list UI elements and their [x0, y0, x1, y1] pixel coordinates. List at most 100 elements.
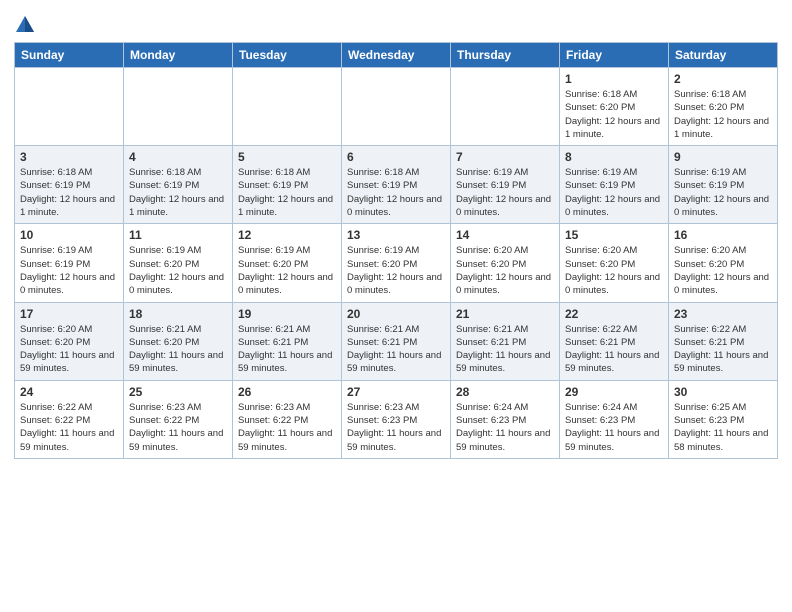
- day-info: Sunrise: 6:21 AM Sunset: 6:20 PM Dayligh…: [129, 323, 227, 376]
- calendar-body: 1 Sunrise: 6:18 AM Sunset: 6:20 PM Daylig…: [15, 68, 778, 459]
- page: SundayMondayTuesdayWednesdayThursdayFrid…: [0, 0, 792, 469]
- calendar-cell: 8 Sunrise: 6:19 AM Sunset: 6:19 PM Daylig…: [560, 146, 669, 224]
- calendar-cell: 10 Sunrise: 6:19 AM Sunset: 6:19 PM Dayli…: [15, 224, 124, 302]
- day-number: 5: [238, 150, 336, 164]
- day-number: 9: [674, 150, 772, 164]
- day-number: 17: [20, 307, 118, 321]
- calendar-cell: 4 Sunrise: 6:18 AM Sunset: 6:19 PM Daylig…: [124, 146, 233, 224]
- calendar-cell: 9 Sunrise: 6:19 AM Sunset: 6:19 PM Daylig…: [669, 146, 778, 224]
- day-info: Sunrise: 6:20 AM Sunset: 6:20 PM Dayligh…: [674, 244, 772, 297]
- day-info: Sunrise: 6:22 AM Sunset: 6:21 PM Dayligh…: [565, 323, 663, 376]
- calendar-cell: 13 Sunrise: 6:19 AM Sunset: 6:20 PM Dayli…: [342, 224, 451, 302]
- calendar-cell: 14 Sunrise: 6:20 AM Sunset: 6:20 PM Dayli…: [451, 224, 560, 302]
- day-number: 15: [565, 228, 663, 242]
- day-info: Sunrise: 6:23 AM Sunset: 6:22 PM Dayligh…: [238, 401, 336, 454]
- day-info: Sunrise: 6:22 AM Sunset: 6:22 PM Dayligh…: [20, 401, 118, 454]
- day-number: 21: [456, 307, 554, 321]
- day-number: 30: [674, 385, 772, 399]
- day-info: Sunrise: 6:18 AM Sunset: 6:19 PM Dayligh…: [20, 166, 118, 219]
- day-info: Sunrise: 6:18 AM Sunset: 6:19 PM Dayligh…: [129, 166, 227, 219]
- day-info: Sunrise: 6:21 AM Sunset: 6:21 PM Dayligh…: [238, 323, 336, 376]
- calendar-cell: 26 Sunrise: 6:23 AM Sunset: 6:22 PM Dayli…: [233, 380, 342, 458]
- calendar-week-4: 17 Sunrise: 6:20 AM Sunset: 6:20 PM Dayli…: [15, 302, 778, 380]
- day-number: 10: [20, 228, 118, 242]
- calendar-cell: [15, 68, 124, 146]
- calendar-cell: 6Sunrise: 6:18 AM Sunset: 6:19 PM Daylig…: [342, 146, 451, 224]
- weekday-header-friday: Friday: [560, 43, 669, 68]
- day-number: 7: [456, 150, 554, 164]
- calendar-cell: 3 Sunrise: 6:18 AM Sunset: 6:19 PM Daylig…: [15, 146, 124, 224]
- day-number: 29: [565, 385, 663, 399]
- day-number: 3: [20, 150, 118, 164]
- calendar-cell: 22 Sunrise: 6:22 AM Sunset: 6:21 PM Dayli…: [560, 302, 669, 380]
- day-info: Sunrise: 6:19 AM Sunset: 6:19 PM Dayligh…: [20, 244, 118, 297]
- calendar-week-3: 10 Sunrise: 6:19 AM Sunset: 6:19 PM Dayli…: [15, 224, 778, 302]
- day-number: 14: [456, 228, 554, 242]
- weekday-header-thursday: Thursday: [451, 43, 560, 68]
- calendar-cell: 18 Sunrise: 6:21 AM Sunset: 6:20 PM Dayli…: [124, 302, 233, 380]
- day-number: 8: [565, 150, 663, 164]
- calendar-cell: 21 Sunrise: 6:21 AM Sunset: 6:21 PM Dayli…: [451, 302, 560, 380]
- weekday-header-tuesday: Tuesday: [233, 43, 342, 68]
- day-info: Sunrise: 6:23 AM Sunset: 6:23 PM Dayligh…: [347, 401, 445, 454]
- day-number: 28: [456, 385, 554, 399]
- day-number: 27: [347, 385, 445, 399]
- weekday-header-saturday: Saturday: [669, 43, 778, 68]
- calendar-cell: 23 Sunrise: 6:22 AM Sunset: 6:21 PM Dayli…: [669, 302, 778, 380]
- day-number: 13: [347, 228, 445, 242]
- calendar-cell: 2Sunrise: 6:18 AM Sunset: 6:20 PM Daylig…: [669, 68, 778, 146]
- day-number: 11: [129, 228, 227, 242]
- day-info: Sunrise: 6:18 AM Sunset: 6:19 PM Dayligh…: [238, 166, 336, 219]
- calendar-cell: 7 Sunrise: 6:19 AM Sunset: 6:19 PM Daylig…: [451, 146, 560, 224]
- calendar-week-1: 1 Sunrise: 6:18 AM Sunset: 6:20 PM Daylig…: [15, 68, 778, 146]
- day-number: 20: [347, 307, 445, 321]
- calendar-table: SundayMondayTuesdayWednesdayThursdayFrid…: [14, 42, 778, 459]
- weekday-header-sunday: Sunday: [15, 43, 124, 68]
- calendar-cell: 5 Sunrise: 6:18 AM Sunset: 6:19 PM Daylig…: [233, 146, 342, 224]
- weekday-header-wednesday: Wednesday: [342, 43, 451, 68]
- calendar-cell: 20 Sunrise: 6:21 AM Sunset: 6:21 PM Dayli…: [342, 302, 451, 380]
- day-info: Sunrise: 6:25 AM Sunset: 6:23 PM Dayligh…: [674, 401, 772, 454]
- calendar-cell: 28 Sunrise: 6:24 AM Sunset: 6:23 PM Dayli…: [451, 380, 560, 458]
- day-info: Sunrise: 6:21 AM Sunset: 6:21 PM Dayligh…: [456, 323, 554, 376]
- day-info: Sunrise: 6:20 AM Sunset: 6:20 PM Dayligh…: [20, 323, 118, 376]
- day-number: 18: [129, 307, 227, 321]
- calendar-week-2: 3 Sunrise: 6:18 AM Sunset: 6:19 PM Daylig…: [15, 146, 778, 224]
- calendar-cell: [233, 68, 342, 146]
- calendar-week-5: 24 Sunrise: 6:22 AM Sunset: 6:22 PM Dayli…: [15, 380, 778, 458]
- calendar-cell: 24 Sunrise: 6:22 AM Sunset: 6:22 PM Dayli…: [15, 380, 124, 458]
- day-number: 25: [129, 385, 227, 399]
- calendar-cell: 29Sunrise: 6:24 AM Sunset: 6:23 PM Dayli…: [560, 380, 669, 458]
- calendar-cell: 30 Sunrise: 6:25 AM Sunset: 6:23 PM Dayli…: [669, 380, 778, 458]
- day-number: 23: [674, 307, 772, 321]
- calendar-header-row: SundayMondayTuesdayWednesdayThursdayFrid…: [15, 43, 778, 68]
- calendar-cell: 25 Sunrise: 6:23 AM Sunset: 6:22 PM Dayli…: [124, 380, 233, 458]
- day-info: Sunrise: 6:21 AM Sunset: 6:21 PM Dayligh…: [347, 323, 445, 376]
- day-info: Sunrise: 6:20 AM Sunset: 6:20 PM Dayligh…: [456, 244, 554, 297]
- day-number: 1: [565, 72, 663, 86]
- day-info: Sunrise: 6:18 AM Sunset: 6:20 PM Dayligh…: [674, 88, 772, 141]
- day-number: 12: [238, 228, 336, 242]
- calendar-cell: 19Sunrise: 6:21 AM Sunset: 6:21 PM Dayli…: [233, 302, 342, 380]
- day-info: Sunrise: 6:19 AM Sunset: 6:20 PM Dayligh…: [347, 244, 445, 297]
- calendar-cell: 15Sunrise: 6:20 AM Sunset: 6:20 PM Dayli…: [560, 224, 669, 302]
- day-number: 26: [238, 385, 336, 399]
- day-info: Sunrise: 6:18 AM Sunset: 6:19 PM Dayligh…: [347, 166, 445, 219]
- day-number: 16: [674, 228, 772, 242]
- calendar-cell: [342, 68, 451, 146]
- day-info: Sunrise: 6:24 AM Sunset: 6:23 PM Dayligh…: [456, 401, 554, 454]
- day-info: Sunrise: 6:19 AM Sunset: 6:19 PM Dayligh…: [565, 166, 663, 219]
- calendar-cell: 11 Sunrise: 6:19 AM Sunset: 6:20 PM Dayli…: [124, 224, 233, 302]
- day-number: 22: [565, 307, 663, 321]
- day-info: Sunrise: 6:22 AM Sunset: 6:21 PM Dayligh…: [674, 323, 772, 376]
- day-number: 4: [129, 150, 227, 164]
- day-info: Sunrise: 6:23 AM Sunset: 6:22 PM Dayligh…: [129, 401, 227, 454]
- day-number: 24: [20, 385, 118, 399]
- day-info: Sunrise: 6:19 AM Sunset: 6:19 PM Dayligh…: [456, 166, 554, 219]
- day-info: Sunrise: 6:18 AM Sunset: 6:20 PM Dayligh…: [565, 88, 663, 141]
- logo-icon: [14, 14, 36, 36]
- day-info: Sunrise: 6:19 AM Sunset: 6:20 PM Dayligh…: [129, 244, 227, 297]
- calendar-cell: [124, 68, 233, 146]
- day-info: Sunrise: 6:19 AM Sunset: 6:19 PM Dayligh…: [674, 166, 772, 219]
- calendar-cell: 27 Sunrise: 6:23 AM Sunset: 6:23 PM Dayli…: [342, 380, 451, 458]
